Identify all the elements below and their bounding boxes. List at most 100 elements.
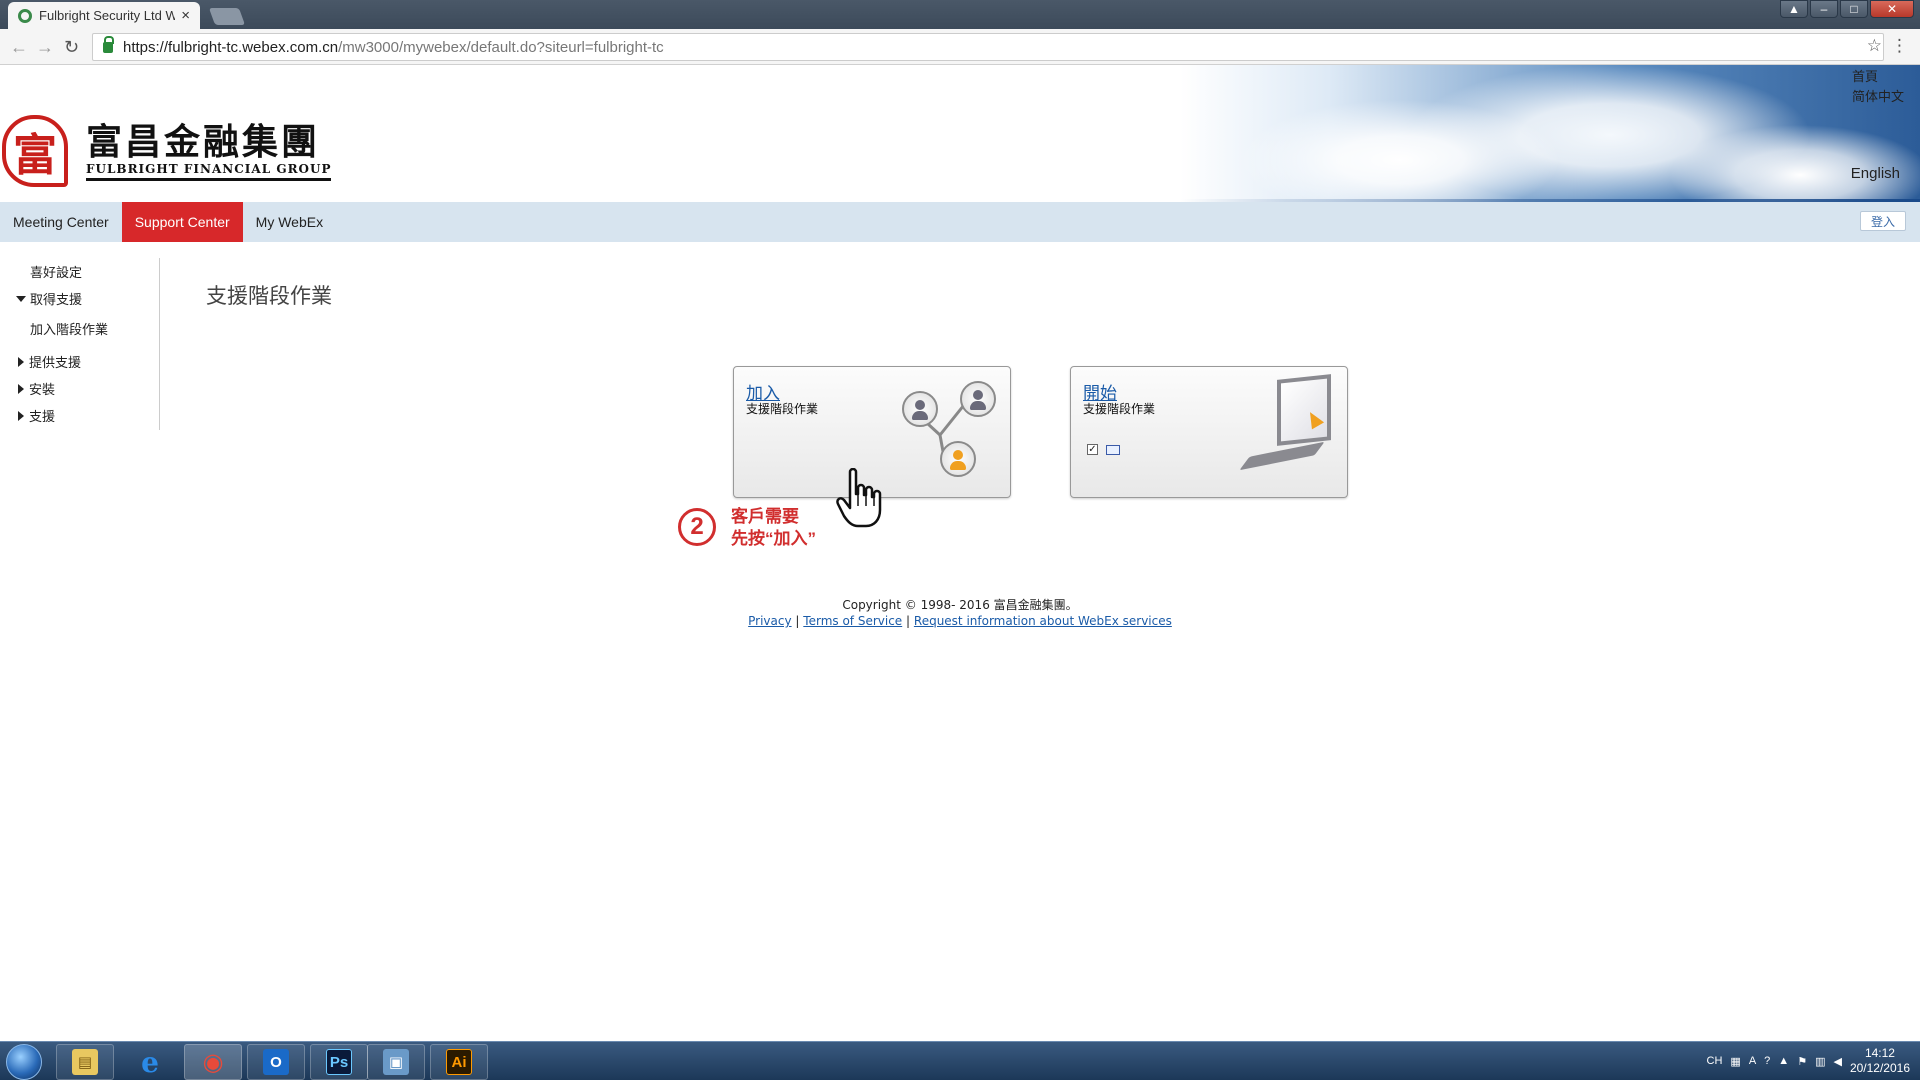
taskbar-internet-explorer[interactable]: e: [121, 1044, 179, 1080]
step-number-badge: 2: [678, 508, 716, 546]
person-icon: [960, 381, 996, 417]
reload-icon[interactable]: ↻: [64, 37, 79, 58]
tab-title: Fulbright Security Ltd W: [39, 8, 176, 23]
taskbar-illustrator[interactable]: Ai: [430, 1044, 488, 1080]
tab-support-center[interactable]: Support Center: [121, 202, 243, 242]
photoshop-icon: Ps: [326, 1049, 352, 1075]
footer-separator: |: [906, 614, 911, 628]
tab-close-icon[interactable]: ×: [181, 7, 190, 24]
join-card-subtitle: 支援階段作業: [746, 402, 819, 416]
taskbar-chrome[interactable]: ◉: [184, 1044, 242, 1080]
start-card-subtitle: 支援階段作業: [1083, 402, 1156, 416]
action-center-flag-icon[interactable]: ⚑: [1797, 1055, 1807, 1068]
clock-time: 14:12: [1864, 1046, 1895, 1060]
browser-menu-icon[interactable]: ⋮: [1891, 36, 1908, 56]
ime-icon[interactable]: ▦: [1730, 1055, 1740, 1068]
site-header: 富 富昌金融集團 FULBRIGHT FINANCIAL GROUP 首頁 简体…: [0, 65, 1920, 202]
favicon-icon: [18, 8, 32, 23]
copyright-text: Copyright © 1998- 2016 富昌金融集團。: [842, 598, 1078, 612]
logo-text: 富昌金融集團 FULBRIGHT FINANCIAL GROUP: [86, 120, 332, 181]
site-logo[interactable]: 富 富昌金融集團 FULBRIGHT FINANCIAL GROUP: [2, 115, 332, 187]
browser-tab[interactable]: Fulbright Security Ltd W ×: [8, 2, 200, 29]
address-bar[interactable]: https://fulbright-tc.webex.com.cn/mw3000…: [92, 33, 1884, 61]
person-icon: [902, 391, 938, 427]
home-link[interactable]: 首頁: [1852, 67, 1904, 87]
sidebar-item-support[interactable]: 支援: [0, 406, 55, 425]
computer-monitor-icon: [1239, 374, 1331, 471]
input-language-indicator[interactable]: CH: [1707, 1055, 1723, 1067]
sidebar-item-install[interactable]: 安裝: [0, 379, 55, 398]
sidebar-item-get-support[interactable]: 取得支援: [0, 289, 82, 308]
annotation-line-1: 客戶需要: [731, 507, 799, 526]
ie-icon: e: [141, 1045, 159, 1079]
checkbox-icon: ✓: [1087, 444, 1098, 455]
close-window-button[interactable]: ✕: [1870, 0, 1914, 18]
tab-meeting-center[interactable]: Meeting Center: [0, 202, 122, 242]
start-button[interactable]: [6, 1044, 42, 1080]
taskbar-remote-desktop[interactable]: ▣: [367, 1044, 425, 1080]
sidebar-item-label: 喜好設定: [30, 265, 83, 280]
request-info-link[interactable]: Request information about WebEx services: [914, 614, 1172, 628]
sidebar-item-label: 加入階段作業: [30, 322, 109, 337]
step-annotation: 客戶需要 先按“加入”: [731, 506, 816, 550]
tab-my-webex[interactable]: My WebEx: [243, 202, 336, 242]
url-host: https://fulbright-tc.webex.com.cn: [123, 38, 339, 56]
logo-seal-icon: 富: [2, 115, 68, 187]
logo-chinese-name: 富昌金融集團: [86, 120, 321, 163]
lang-english-link[interactable]: English: [1851, 165, 1900, 182]
taskbar-outlook[interactable]: O: [247, 1044, 305, 1080]
privacy-link[interactable]: Privacy: [748, 614, 791, 628]
taskbar-file-explorer[interactable]: ▤: [56, 1044, 114, 1080]
expand-right-icon: [18, 383, 24, 394]
login-button[interactable]: 登入: [1860, 211, 1906, 231]
sidebar: 喜好設定 取得支援 加入階段作業 提供支援 安裝 支援: [0, 258, 160, 430]
new-tab-button[interactable]: [208, 8, 246, 25]
expand-right-icon: [18, 410, 24, 421]
person-orange-icon: [940, 441, 976, 477]
outlook-icon: O: [263, 1049, 289, 1075]
start-card-options: ✓: [1087, 444, 1120, 455]
monitor-screen-icon: [1277, 374, 1331, 446]
header-links: 首頁 简体中文: [1852, 67, 1904, 107]
window-user-icon[interactable]: ▲: [1780, 0, 1808, 18]
font-icon[interactable]: A: [1749, 1055, 1756, 1067]
sidebar-item-preferences[interactable]: 喜好設定: [30, 262, 82, 281]
page-title: 支援階段作業: [206, 285, 332, 308]
minimize-button[interactable]: –: [1810, 0, 1838, 18]
start-session-card[interactable]: 開始 支援階段作業 ✓: [1070, 366, 1348, 498]
network-icon[interactable]: ▥: [1815, 1055, 1825, 1068]
footer-separator: |: [795, 614, 800, 628]
sidebar-item-join-session[interactable]: 加入階段作業: [30, 319, 108, 338]
windows-taskbar: ▤ e ◉ O Ps ▣ Ai CH ▦ A ? ▲ ⚑ ▥ ◀ 14:12 2…: [0, 1041, 1920, 1080]
logo-english-name: FULBRIGHT FINANCIAL GROUP: [86, 161, 332, 176]
lang-simplified-link[interactable]: 简体中文: [1852, 87, 1904, 107]
maximize-button[interactable]: □: [1840, 0, 1868, 18]
system-clock[interactable]: 14:12 20/12/2016: [1850, 1046, 1910, 1076]
lock-icon: [103, 35, 114, 53]
terms-link[interactable]: Terms of Service: [803, 614, 902, 628]
tray-expand-icon[interactable]: ▲: [1778, 1055, 1789, 1067]
taskbar-photoshop[interactable]: Ps: [310, 1044, 368, 1080]
footer-links: Privacy | Terms of Service | Request inf…: [0, 613, 1920, 629]
forward-icon[interactable]: →: [36, 37, 54, 58]
sidebar-item-label: 安裝: [29, 382, 56, 397]
back-icon[interactable]: ←: [10, 37, 28, 58]
clock-date: 20/12/2016: [1849, 1061, 1910, 1075]
expand-down-icon: [16, 295, 26, 302]
page-footer: Copyright © 1998- 2016 富昌金融集團。 Privacy |…: [0, 597, 1920, 629]
remote-desktop-icon: ▣: [383, 1049, 409, 1075]
url-path: /mw3000/mywebex/default.do?siteurl=fulbr…: [338, 38, 664, 56]
window-controls: ▲ – □ ✕: [1780, 0, 1914, 18]
sidebar-item-label: 取得支援: [30, 292, 83, 307]
browser-toolbar: ← → ↻ https://fulbright-tc.webex.com.cn /…: [0, 29, 1920, 65]
sidebar-item-provide-support[interactable]: 提供支援: [0, 352, 81, 371]
illustrator-icon: Ai: [446, 1049, 472, 1075]
folder-icon: ▤: [72, 1049, 98, 1075]
keyboard-icon: [1239, 441, 1325, 471]
bookmark-star-icon[interactable]: ☆: [1867, 36, 1882, 56]
help-icon[interactable]: ?: [1764, 1055, 1770, 1067]
chrome-icon: ◉: [202, 1048, 224, 1076]
volume-icon[interactable]: ◀: [1833, 1055, 1841, 1068]
mail-icon: [1106, 445, 1120, 455]
browser-titlebar: Fulbright Security Ltd W × ▲ – □ ✕: [0, 0, 1920, 29]
